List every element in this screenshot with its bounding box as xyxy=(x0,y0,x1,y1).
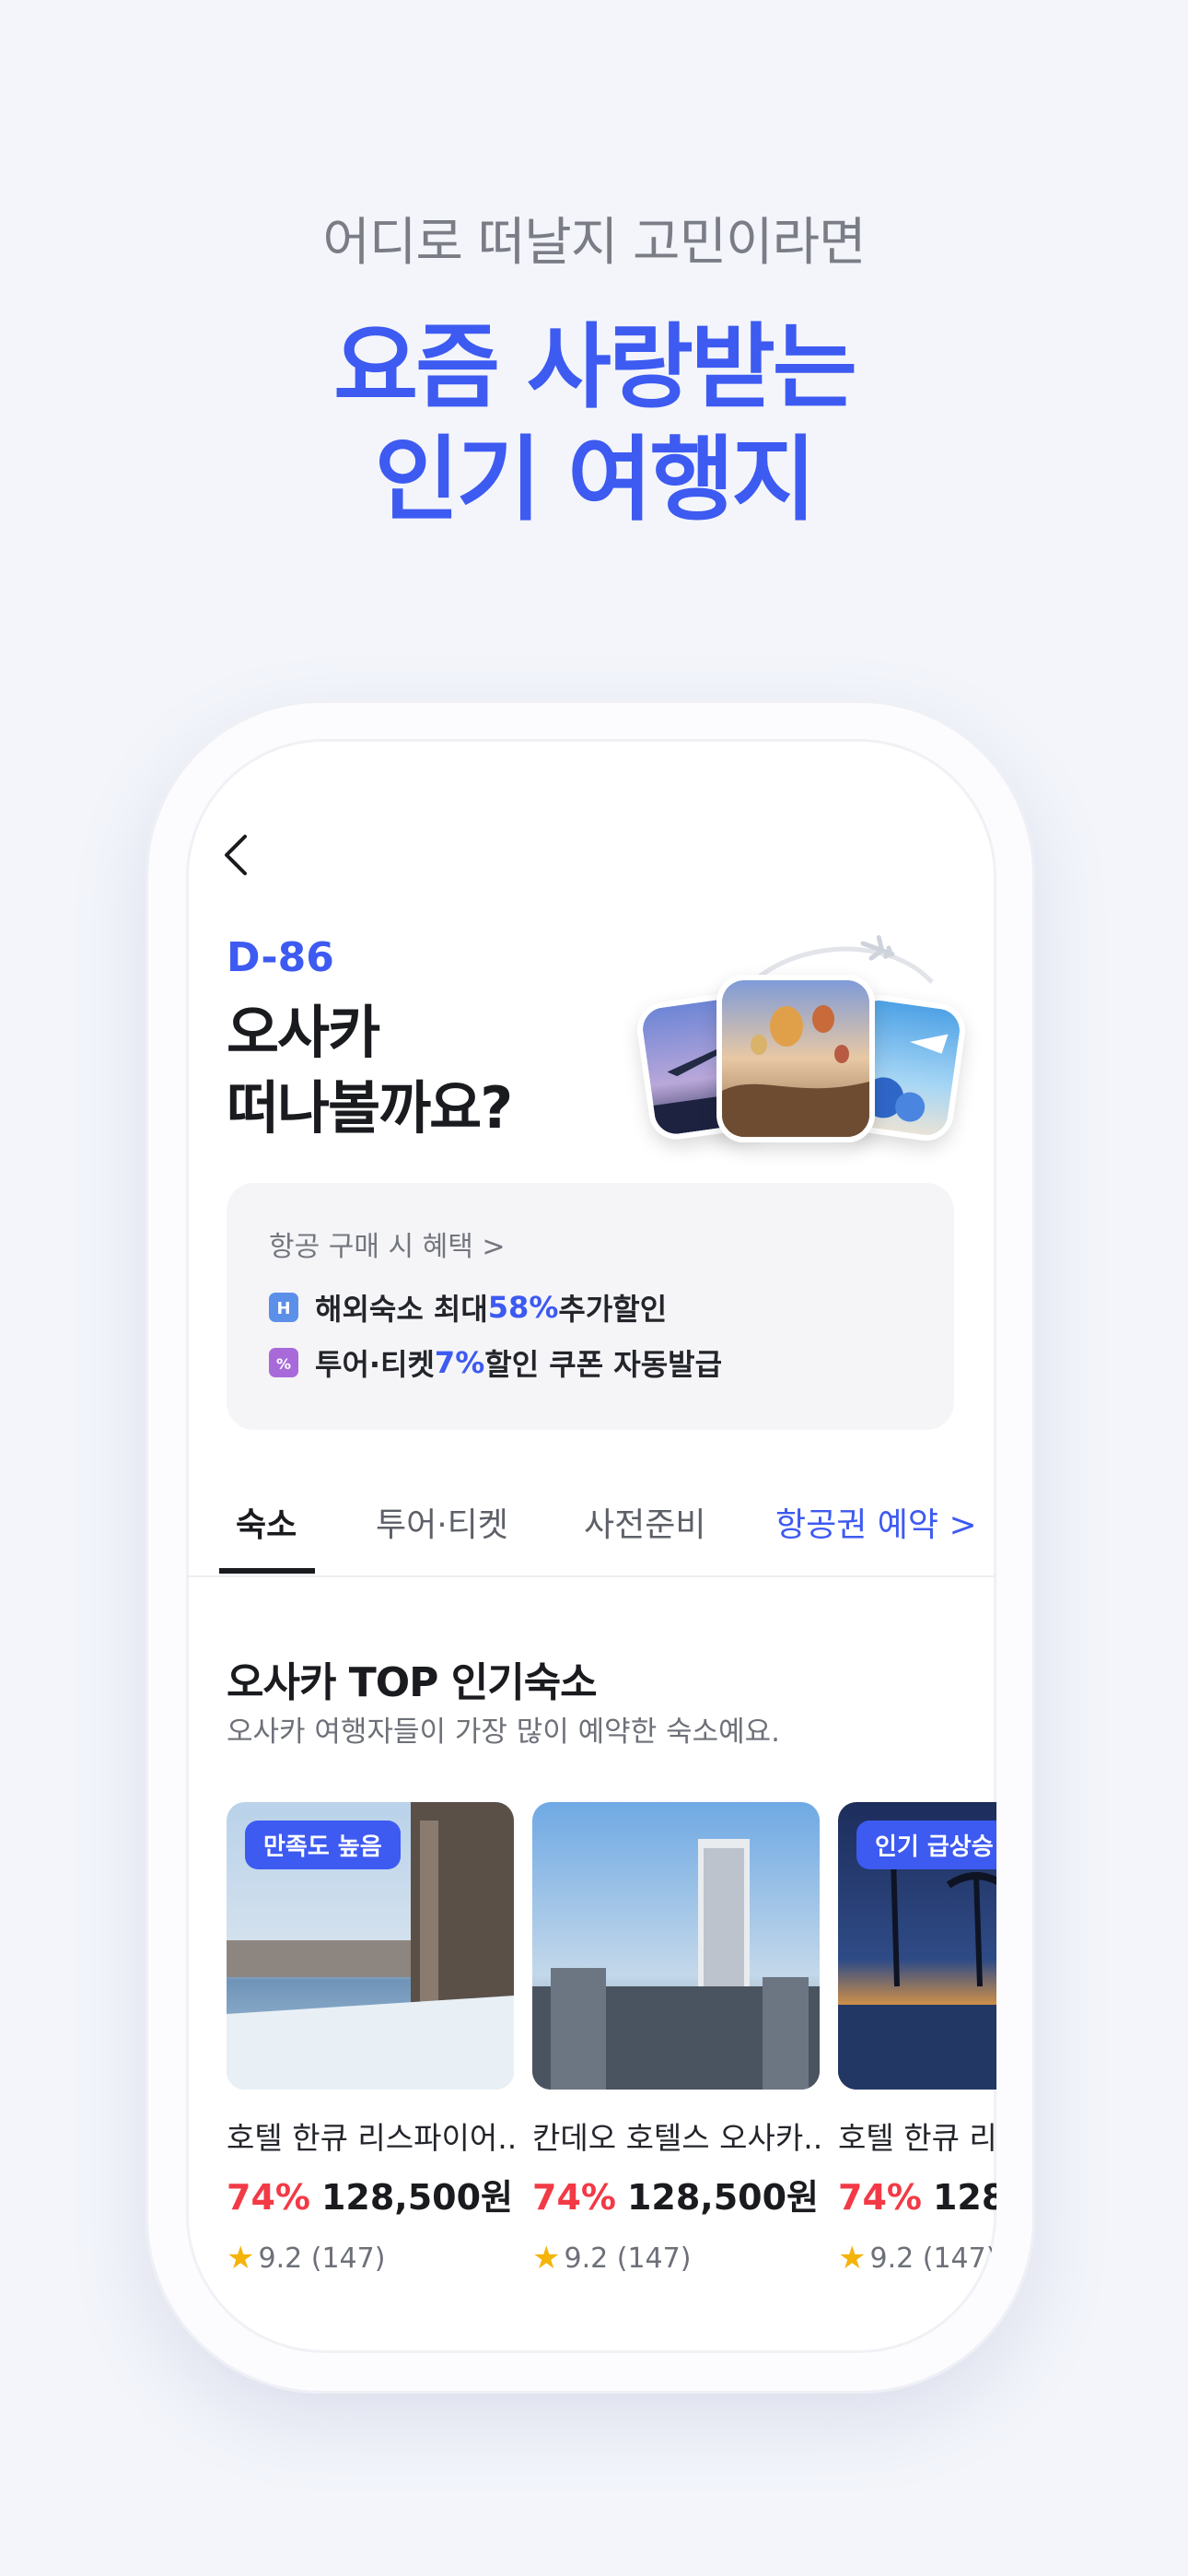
star-icon: ★ xyxy=(838,2240,867,2277)
hotel-badge: 인기 급상승 xyxy=(856,1821,996,1869)
benefit-coupon-percent: 7% xyxy=(434,1345,485,1380)
tab-tour-ticket[interactable]: 투어·티켓 xyxy=(376,1498,508,1546)
hotel-price-value: 128,500원 xyxy=(320,2177,514,2218)
hotel-card[interactable]: 칸데오 호텔스 오사카... 74% 128,500원 ★ 9.2 (147) xyxy=(532,1802,820,2277)
hero-title-line2: 인기 여행지 xyxy=(374,426,817,533)
destination-title: 오사카 떠나볼까요? xyxy=(227,995,613,1146)
hotel-discount: 74% xyxy=(227,2177,310,2218)
destination-question: 떠나볼까요? xyxy=(227,1074,513,1142)
hotel-discount: 74% xyxy=(838,2177,922,2218)
hero-subtitle: 어디로 떠날지 고민이라면 xyxy=(322,213,866,273)
hotel-review-count: (147) xyxy=(616,2242,692,2275)
hotel-card[interactable]: 만족도 높음 호텔 한큐 리스파이어... 74% 128,500원 ★ 9.2 (… xyxy=(227,1802,514,2277)
hotel-review-count: (147) xyxy=(310,2242,386,2275)
hotel-icon: H xyxy=(269,1293,298,1322)
tab-flight-booking-link[interactable]: 항공권 예약 > xyxy=(775,1498,977,1546)
hotel-card[interactable]: 인기 급상승 호텔 한큐 리스파이어... 74%128,500원 ★9.2 (… xyxy=(838,1802,996,2277)
destination-city: 오사카 xyxy=(227,999,380,1066)
benefit-coupon-suffix: 할인 쿠폰 자동발급 xyxy=(484,1347,723,1382)
chevron-left-icon xyxy=(225,835,247,875)
phone-screen: D-86 오사카 떠나볼까요? 항공 구매 시 혜택 > H 해외숙소 최대 5… xyxy=(186,739,996,2353)
benefit-row-coupon: % 투어·티켓 7% 할인 쿠폰 자동발급 xyxy=(269,1341,722,1384)
hotel-image: 인기 급상승 xyxy=(838,1802,996,2090)
hotel-price-value: 128,500원 xyxy=(626,2177,820,2218)
hotel-image xyxy=(532,1802,820,2090)
hotel-review-count: (147) xyxy=(922,2242,996,2275)
hotel-price: 74%128,500원 xyxy=(227,2169,514,2219)
hotel-name: 호텔 한큐 리스파이어... xyxy=(838,2120,996,2156)
hotel-rating: ★ 9.2 (147) xyxy=(532,2240,820,2277)
hotel-image: 만족도 높음 xyxy=(227,1802,514,2090)
tab-accommodation[interactable]: 숙소 xyxy=(236,1498,297,1546)
hotel-rating: ★ 9.2 (147) xyxy=(227,2240,514,2277)
active-tab-indicator xyxy=(219,1568,315,1574)
hotel-badge: 만족도 높음 xyxy=(245,1821,401,1869)
back-button[interactable] xyxy=(214,827,260,883)
category-tabs: 숙소 투어·티켓 사전준비 항공권 예약 > xyxy=(186,1476,996,1577)
hero-title: 요즘 사랑받는 인기 여행지 xyxy=(0,311,1188,536)
hotel-rating: ★ 9.2 (147) xyxy=(838,2240,996,2277)
benefit-coupon-text: 투어·티켓 xyxy=(315,1347,435,1382)
hotel-name: 호텔 한큐 리스파이어... xyxy=(227,2120,514,2156)
section-title: 오사카 TOP 인기숙소 xyxy=(227,1659,598,1706)
dday-label: D-86 xyxy=(227,934,334,981)
hotel-price: 74%128,500원 xyxy=(838,2169,996,2219)
benefit-box[interactable]: 항공 구매 시 혜택 > H 해외숙소 최대 58% 추가할인 % 투어·티켓 … xyxy=(227,1183,954,1430)
svg-text:H: H xyxy=(276,1299,290,1318)
svg-text:%: % xyxy=(276,1355,291,1373)
tab-preparation[interactable]: 사전준비 xyxy=(584,1498,705,1546)
hotel-name: 칸데오 호텔스 오사카... xyxy=(532,2120,820,2156)
hotel-price-value: 128,500원 xyxy=(932,2177,996,2218)
benefit-heading[interactable]: 항공 구매 시 혜택 > xyxy=(269,1224,505,1264)
coupon-icon: % xyxy=(269,1348,298,1377)
hero-title-line1: 요즘 사랑받는 xyxy=(333,313,857,421)
benefit-hotel-suffix: 추가할인 xyxy=(558,1292,668,1327)
hotel-discount: 74% xyxy=(532,2177,616,2218)
benefit-hotel-text: 해외숙소 최대 xyxy=(315,1292,488,1327)
hotel-rating-score: 9.2 xyxy=(564,2242,609,2275)
hotel-rating-score: 9.2 xyxy=(869,2242,914,2275)
section-subtitle: 오사카 여행자들이 가장 많이 예약한 숙소예요. xyxy=(227,1715,781,1749)
star-icon: ★ xyxy=(532,2240,561,2277)
benefit-row-hotel: H 해외숙소 최대 58% 추가할인 xyxy=(269,1286,667,1329)
benefit-hotel-percent: 58% xyxy=(487,1290,559,1325)
star-icon: ★ xyxy=(227,2240,255,2277)
balloon-photo xyxy=(716,975,875,1142)
hotel-price: 74%128,500원 xyxy=(532,2169,820,2219)
hotel-rating-score: 9.2 xyxy=(258,2242,303,2275)
